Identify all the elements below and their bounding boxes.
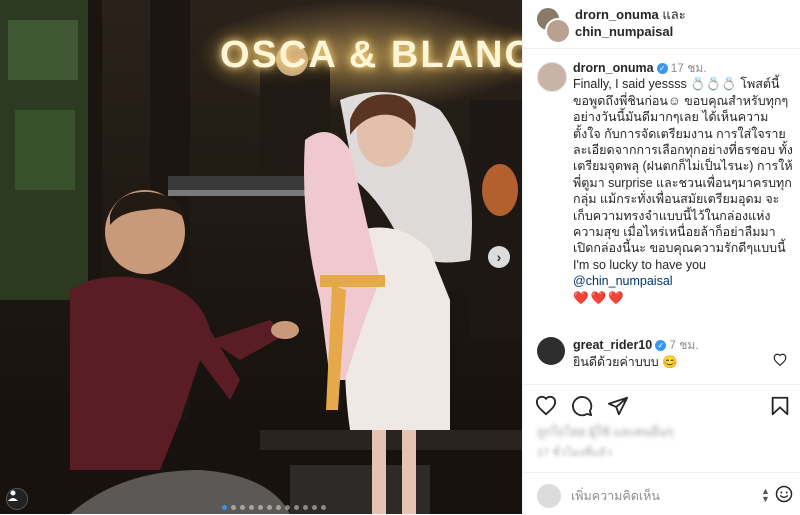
carousel-indicator (222, 505, 326, 510)
header-avatars[interactable] (535, 6, 571, 44)
comment-time[interactable]: 7 ชม. (669, 338, 698, 352)
comment-item: great_rider10 ✓ 7 ชม. ยินดีด้วยค่าบบบ 😊 (573, 337, 773, 371)
header-username-2[interactable]: chin_numpaisal (575, 24, 673, 39)
carousel-dot (258, 505, 263, 510)
carousel-dot (294, 505, 299, 510)
venue-sign: OSCA & BLANC (220, 34, 522, 76)
verified-badge-icon: ✓ (655, 340, 667, 352)
avatar[interactable] (545, 18, 571, 44)
caption-hearts: ❤️❤️❤️ (573, 290, 626, 305)
caption-text: Finally, I said yessss 💍💍💍 โพสต์นี้ขอพูด… (573, 77, 793, 272)
header-connector: และ (662, 7, 686, 22)
user-tag-icon (8, 490, 18, 501)
avatar[interactable] (537, 62, 567, 92)
avatar[interactable] (537, 337, 565, 365)
photo-illustration (0, 0, 522, 514)
comment-username[interactable]: great_rider10 (573, 338, 652, 352)
carousel-dot (249, 505, 254, 510)
carousel-dot (285, 505, 290, 510)
user-tag-button[interactable] (6, 488, 28, 510)
header-usernames: drorn_onuma และ chin_numpaisal (575, 6, 686, 40)
heart-icon[interactable] (535, 395, 557, 417)
carousel-next-button[interactable]: › (488, 246, 510, 268)
comment-box: ▲▼ (523, 472, 800, 515)
sort-arrows-icon[interactable]: ▲ ▼ (761, 487, 770, 504)
post-caption: drorn_onuma ✓ 17 ชม. Finally, I said yesss… (573, 60, 793, 306)
carousel-dot (267, 505, 272, 510)
post-date[interactable]: 17 ชั่วโมงที่แล้ว (537, 443, 612, 461)
emoji-icon[interactable] (775, 485, 793, 503)
share-icon[interactable] (607, 395, 629, 417)
verified-badge-icon: ✓ (656, 63, 668, 75)
carousel-dot (321, 505, 326, 510)
comment-icon[interactable] (571, 395, 593, 417)
caption-time[interactable]: 17 ชม. (671, 61, 707, 75)
carousel-dot (312, 505, 317, 510)
header-username-1[interactable]: drorn_onuma (575, 7, 659, 22)
carousel-dot (231, 505, 236, 510)
comment-text: ยินดีด้วยค่าบบบ 😊 (573, 355, 678, 369)
carousel-dot (303, 505, 308, 510)
post-photo[interactable]: OSCA & BLANC › (0, 0, 522, 514)
post-header: drorn_onuma และ chin_numpaisal (523, 0, 800, 49)
likes-count[interactable]: ถูกใจโดย ผู้ใช้ และคนอื่นๆ (537, 423, 673, 442)
action-bar (523, 384, 800, 425)
chevron-right-icon: › (496, 249, 502, 265)
carousel-dot (276, 505, 281, 510)
avatar (537, 484, 561, 508)
caption-mention[interactable]: @chin_numpaisal (573, 274, 673, 288)
post-sidebar: drorn_onuma และ chin_numpaisal drorn_onu… (522, 0, 800, 514)
carousel-dot (240, 505, 245, 510)
comment-input[interactable] (571, 487, 751, 505)
comment-like-icon[interactable] (773, 353, 787, 366)
carousel-dot (222, 505, 227, 510)
bookmark-icon[interactable] (769, 395, 791, 417)
caption-username[interactable]: drorn_onuma (573, 61, 654, 75)
